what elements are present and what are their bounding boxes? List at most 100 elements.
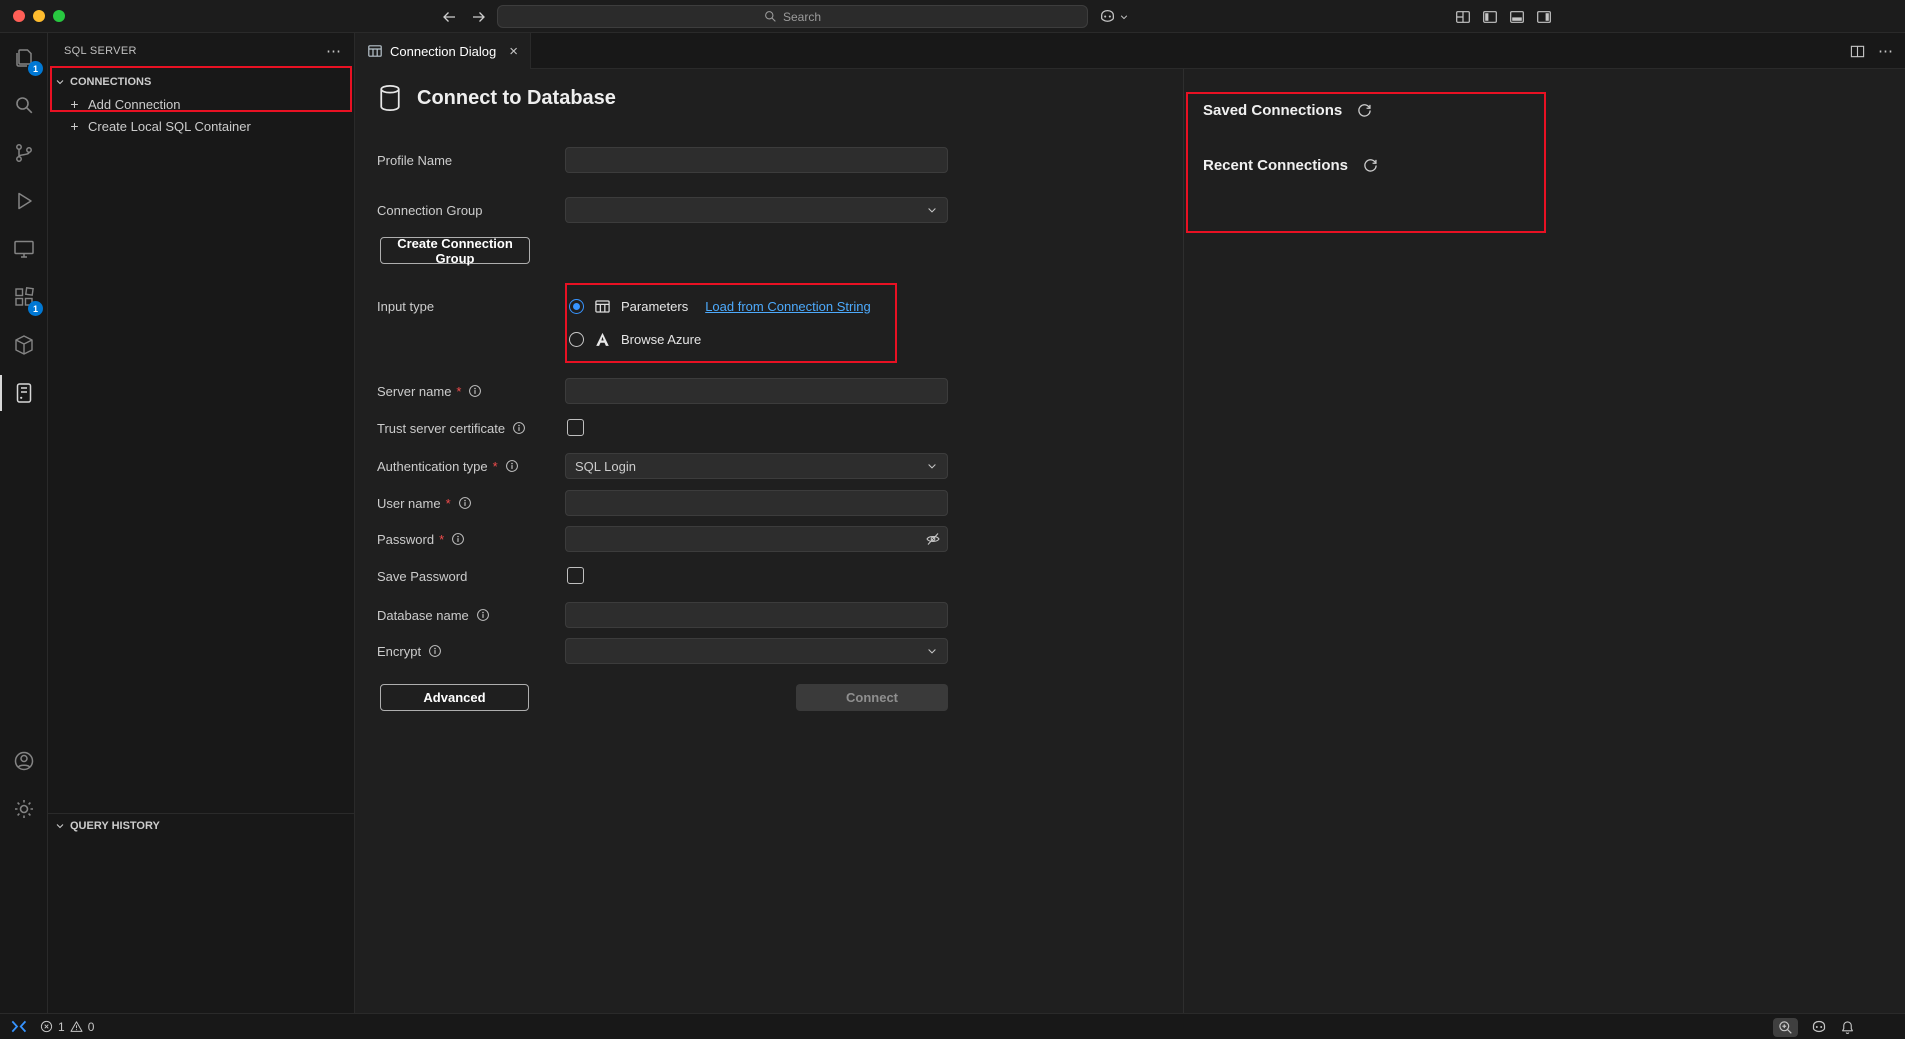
info-icon[interactable] (512, 421, 526, 435)
customize-layout-icon[interactable] (1452, 6, 1474, 27)
toggle-panel-icon[interactable] (1506, 6, 1528, 27)
tree-item-add-connection[interactable]: + Add Connection (48, 93, 354, 115)
close-icon[interactable]: × (509, 43, 518, 60)
settings-button[interactable] (0, 785, 48, 833)
refresh-icon[interactable] (1363, 158, 1378, 173)
error-count: 1 (58, 1020, 65, 1034)
window-minimize-button[interactable] (33, 10, 45, 22)
page-title: Connect to Database (417, 87, 616, 110)
toggle-secondary-sidebar-icon[interactable] (1533, 6, 1555, 27)
more-actions-icon[interactable]: ⋯ (326, 42, 341, 60)
tab-bar: Connection Dialog × ⋯ (355, 33, 1905, 69)
input-type-parameters-option: Parameters Load from Connection String (569, 293, 871, 319)
search-icon (764, 10, 777, 23)
user-name-label: User name * (377, 490, 472, 516)
encrypt-select[interactable] (565, 638, 948, 664)
sidebar-item-extensions[interactable]: 1 (0, 273, 48, 321)
browse-azure-radio-label: Browse Azure (621, 332, 701, 347)
trust-server-certificate-checkbox[interactable] (567, 419, 584, 436)
accounts-button[interactable] (0, 737, 48, 785)
forward-arrow-icon[interactable] (468, 6, 490, 27)
browse-azure-radio[interactable] (569, 332, 584, 347)
eye-off-icon[interactable] (925, 531, 941, 547)
create-connection-group-button[interactable]: Create Connection Group (380, 237, 530, 264)
connection-group-label: Connection Group (377, 197, 483, 223)
split-editor-icon[interactable] (1850, 44, 1865, 59)
account-icon (12, 749, 36, 773)
back-arrow-icon[interactable] (438, 6, 460, 27)
sql-server-icon (12, 381, 36, 405)
extensions-badge: 1 (28, 301, 43, 316)
connection-dialog-content: Connect to Database Profile Name Connect… (355, 69, 1905, 1013)
sidebar-item-containers[interactable] (0, 321, 48, 369)
query-history-section-header[interactable]: QUERY HISTORY (48, 815, 354, 837)
input-type-browse-azure-option: Browse Azure (569, 326, 701, 352)
parameters-radio-label: Parameters (621, 299, 688, 314)
connection-dialog-tab-icon (367, 43, 383, 59)
authentication-type-select[interactable]: SQL Login (565, 453, 948, 479)
refresh-icon[interactable] (1357, 103, 1372, 118)
connections-section-header[interactable]: CONNECTIONS (48, 71, 354, 93)
run-debug-icon (12, 189, 36, 213)
encrypt-label: Encrypt (377, 638, 442, 664)
info-icon[interactable] (468, 384, 482, 398)
info-icon[interactable] (505, 459, 519, 473)
info-icon[interactable] (476, 608, 490, 622)
saved-connections-section: Saved Connections (1203, 102, 1372, 119)
toggle-primary-sidebar-icon[interactable] (1479, 6, 1501, 27)
authentication-type-label: Authentication type * (377, 453, 519, 479)
parameters-radio[interactable] (569, 299, 584, 314)
zoom-in-icon[interactable] (1773, 1018, 1798, 1037)
plus-icon: + (68, 96, 81, 112)
copilot-menu-button[interactable] (1099, 6, 1129, 27)
profile-name-input[interactable] (565, 147, 948, 173)
load-from-connection-string-link[interactable]: Load from Connection String (705, 299, 870, 314)
tree-item-label: Create Local SQL Container (88, 119, 251, 134)
remote-indicator[interactable] (0, 1014, 34, 1039)
more-actions-icon[interactable]: ⋯ (1878, 42, 1893, 60)
chevron-down-icon (926, 460, 938, 472)
sidebar-item-sql-server[interactable] (0, 369, 48, 417)
password-field (565, 526, 948, 552)
advanced-button[interactable]: Advanced (380, 684, 529, 711)
tab-connection-dialog[interactable]: Connection Dialog × (355, 33, 531, 69)
notifications-bell-icon[interactable] (1840, 1020, 1855, 1035)
info-icon[interactable] (428, 644, 442, 658)
connections-section-label: CONNECTIONS (70, 76, 151, 88)
source-control-icon (12, 141, 36, 165)
required-marker: * (493, 459, 498, 474)
info-icon[interactable] (451, 532, 465, 546)
tree-item-create-local-sql-container[interactable]: + Create Local SQL Container (48, 115, 354, 137)
sidebar-item-explorer[interactable]: 1 (0, 33, 48, 81)
sidebar-header: SQL SERVER ⋯ (48, 33, 354, 68)
database-name-input[interactable] (565, 602, 948, 628)
sidebar-item-search[interactable] (0, 81, 48, 129)
required-marker: * (446, 496, 451, 511)
copilot-status-icon[interactable] (1811, 1019, 1827, 1035)
save-password-checkbox[interactable] (567, 567, 584, 584)
connection-group-select[interactable] (565, 197, 948, 223)
sidebar-item-run-debug[interactable] (0, 177, 48, 225)
sidebar-item-source-control[interactable] (0, 129, 48, 177)
warning-count: 0 (88, 1020, 95, 1034)
info-icon[interactable] (458, 496, 472, 510)
problems-status[interactable]: 1 0 (34, 1014, 100, 1039)
window-maximize-button[interactable] (53, 10, 65, 22)
connect-button[interactable]: Connect (796, 684, 948, 711)
window-controls (13, 10, 65, 22)
command-center-search[interactable]: Search (497, 5, 1088, 28)
user-name-input[interactable] (565, 490, 948, 516)
window-close-button[interactable] (13, 10, 25, 22)
sidebar-item-remote-explorer[interactable] (0, 225, 48, 273)
input-type-label: Input type (377, 293, 434, 319)
editor-group: Connection Dialog × ⋯ Connect to Databas… (355, 33, 1905, 1013)
tree-item-label: Add Connection (88, 97, 181, 112)
table-icon (594, 298, 611, 315)
dialog-header: Connect to Database (375, 83, 616, 113)
server-name-label: Server name * (377, 378, 482, 404)
server-name-input[interactable] (565, 378, 948, 404)
query-history-pane: QUERY HISTORY (48, 813, 354, 1013)
tab-label: Connection Dialog (390, 44, 496, 59)
chevron-down-icon (926, 645, 938, 657)
password-input[interactable] (565, 526, 948, 552)
